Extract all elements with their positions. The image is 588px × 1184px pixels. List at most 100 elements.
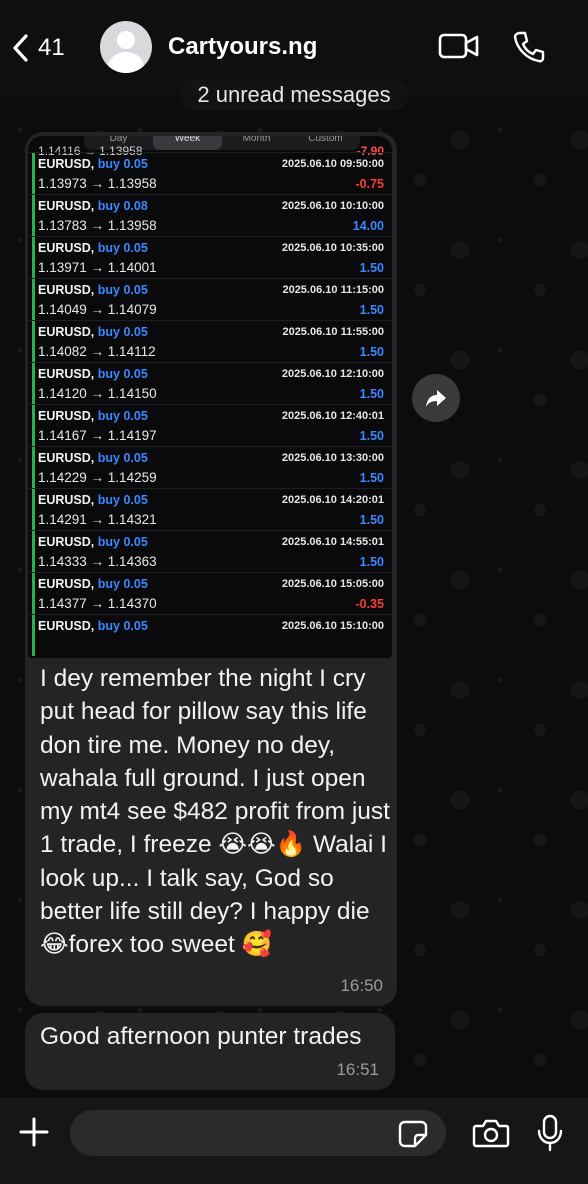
trade-direction: buy 0.05: [97, 535, 148, 549]
trade-row: EURUSD, buy 0.05 1.13973 → 1.13958 2025.06…: [28, 152, 392, 194]
trade-row: EURUSD, buy 0.05 1.14167 → 1.14197 2025.06…: [28, 404, 392, 446]
trade-direction: buy 0.05: [97, 409, 148, 423]
forward-arrow-icon: [426, 390, 446, 407]
video-call-icon[interactable]: [438, 30, 480, 62]
trade-direction: buy 0.05: [97, 157, 148, 171]
trade-symbol-text: EURUSD,: [38, 199, 95, 213]
text-message-bubble[interactable]: Good afternoon punter trades 16:51: [25, 1013, 395, 1090]
trade-time: 2025.06.10 11:55:00: [282, 326, 384, 338]
trade-direction: buy 0.05: [97, 367, 148, 381]
trade-time: 2025.06.10 13:30:00: [281, 452, 384, 464]
trade-time: 2025.06.10 15:10:00: [281, 620, 384, 632]
trade-direction: buy 0.05: [97, 493, 148, 507]
contact-avatar[interactable]: [100, 21, 152, 73]
trade-symbol: EURUSD, buy 0.05: [38, 619, 148, 633]
trade-symbol: EURUSD, buy 0.05: [38, 409, 148, 423]
message-time: 16:50: [340, 976, 383, 995]
trade-profit: 1.50: [359, 345, 384, 359]
microphone-icon[interactable]: [536, 1114, 564, 1152]
trade-row: EURUSD, buy 0.05 1.14229 → 1.14259 2025.06…: [28, 446, 392, 488]
trade-direction: buy 0.05: [97, 241, 148, 255]
trade-prices: 1.14377 → 1.14370: [38, 596, 157, 611]
trade-profit: 1.50: [359, 471, 384, 485]
trade-symbol-text: EURUSD,: [38, 241, 95, 255]
trade-list: EURUSD, buy 0.05 1.13973 → 1.13958 2025.06…: [28, 152, 392, 656]
sticker-icon[interactable]: [398, 1120, 428, 1148]
trade-time: 2025.06.10 12:40:01: [281, 410, 384, 422]
trade-symbol-text: EURUSD,: [38, 409, 95, 423]
trade-symbol-text: EURUSD,: [38, 535, 95, 549]
trade-row: EURUSD, buy 0.05 1.13971 → 1.14001 2025.06…: [28, 236, 392, 278]
trade-time: 2025.06.10 10:10:00: [281, 200, 384, 212]
plus-icon[interactable]: [16, 1114, 52, 1150]
trade-prices: 1.14229 → 1.14259: [38, 470, 157, 485]
trade-row: EURUSD, buy 0.05 1.14377 → 1.14370 2025.06…: [28, 572, 392, 614]
trade-prices: 1.13783 → 1.13958: [38, 218, 157, 233]
trade-direction: buy 0.05: [97, 577, 148, 591]
trade-time: 2025.06.10 15:05:00: [281, 578, 384, 590]
trade-prices: 1.13971 → 1.14001: [38, 260, 157, 275]
trade-row: EURUSD, buy 0.05 2025.06.10 15:10:00: [28, 614, 392, 656]
contact-name[interactable]: Cartyours.ng: [168, 33, 317, 61]
trade-time: 2025.06.10 11:15:00: [282, 284, 384, 296]
trade-direction: buy 0.05: [97, 619, 148, 633]
trade-profit: -0.75: [355, 177, 385, 191]
trade-time: 2025.06.10 12:10:00: [281, 368, 384, 380]
message-input[interactable]: [70, 1110, 446, 1156]
trade-history-screenshot[interactable]: Day Week Month Custom 1.14116 → 1.13958 …: [28, 136, 392, 658]
trade-symbol: EURUSD, buy 0.05: [38, 451, 148, 465]
trade-profit: 1.50: [359, 429, 384, 443]
trade-symbol-text: EURUSD,: [38, 367, 95, 381]
trade-prices: 1.14049 → 1.14079: [38, 302, 157, 317]
trade-profit: 1.50: [359, 555, 384, 569]
media-message-bubble[interactable]: Day Week Month Custom 1.14116 → 1.13958 …: [25, 132, 397, 1006]
phone-call-icon[interactable]: [512, 30, 546, 64]
trade-prices: 1.13973 → 1.13958: [38, 176, 157, 191]
message-text: Good afternoon punter trades: [40, 1023, 362, 1050]
trade-symbol: EURUSD, buy 0.05: [38, 577, 148, 591]
trade-prices: 1.14082 → 1.14112: [38, 344, 156, 359]
trade-prices: 1.14291 → 1.14321: [38, 512, 157, 527]
segment-custom: Custom: [308, 136, 343, 144]
trade-symbol-text: EURUSD,: [38, 451, 95, 465]
trade-symbol-text: EURUSD,: [38, 619, 95, 633]
trade-time: 2025.06.10 10:35:00: [281, 242, 384, 254]
unread-chats-count: 41: [38, 34, 65, 61]
trade-symbol: EURUSD, buy 0.05: [38, 367, 148, 381]
trade-profit: 14.00: [352, 219, 384, 233]
trade-direction: buy 0.05: [97, 451, 148, 465]
segment-month: Month: [242, 136, 271, 144]
camera-icon[interactable]: [472, 1118, 510, 1148]
trade-row: EURUSD, buy 0.05 1.14291 → 1.14321 2025.06…: [28, 488, 392, 530]
trade-time: 2025.06.10 14:20:01: [281, 494, 384, 506]
trade-row: EURUSD, buy 0.08 1.13783 → 1.13958 2025.06…: [28, 194, 392, 236]
forward-button[interactable]: [412, 374, 460, 422]
trade-profit: 1.50: [359, 303, 384, 317]
segment-week: Week: [153, 136, 222, 150]
trade-direction: buy 0.05: [97, 283, 148, 297]
trade-row: EURUSD, buy 0.05 1.14120 → 1.14150 2025.06…: [28, 362, 392, 404]
trade-direction: buy 0.05: [97, 325, 148, 339]
trade-prices: 1.14333 → 1.14363: [38, 554, 157, 569]
trade-symbol: EURUSD, buy 0.05: [38, 535, 148, 549]
back-button[interactable]: 41: [10, 28, 65, 68]
trade-symbol-text: EURUSD,: [38, 157, 95, 171]
trade-symbol-text: EURUSD,: [38, 325, 95, 339]
trade-symbol: EURUSD, buy 0.05: [38, 241, 148, 255]
trade-symbol-text: EURUSD,: [38, 493, 95, 507]
message-caption: I dey remember the night I cry put head …: [40, 665, 390, 959]
trade-prices: 1.14167 → 1.14197: [38, 428, 157, 443]
trade-symbol: EURUSD, buy 0.05: [38, 493, 148, 507]
trade-profit: 1.50: [359, 261, 384, 275]
trade-symbol: EURUSD, buy 0.05: [38, 325, 148, 339]
trade-symbol: EURUSD, buy 0.08: [38, 199, 148, 213]
trade-prices: 1.14120 → 1.14150: [38, 386, 157, 401]
unread-messages-banner: 2 unread messages: [180, 80, 408, 110]
message-composer: [0, 1098, 588, 1184]
trade-symbol-text: EURUSD,: [38, 283, 95, 297]
trade-time: 2025.06.10 09:50:00: [281, 158, 384, 170]
trade-symbol: EURUSD, buy 0.05: [38, 157, 148, 171]
trade-row: EURUSD, buy 0.05 1.14333 → 1.14363 2025.06…: [28, 530, 392, 572]
trade-profit: -0.35: [355, 597, 385, 611]
trade-profit: 1.50: [359, 513, 384, 527]
